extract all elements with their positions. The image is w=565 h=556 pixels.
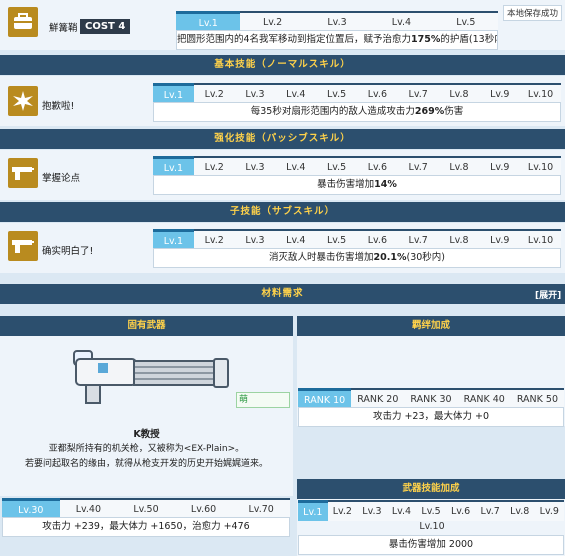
tab-weapon-skill-lv-2[interactable]: Lv.2 xyxy=(328,502,358,521)
tab-weapon-lv-1[interactable]: Lv.30 xyxy=(2,498,60,519)
bond-stats: 攻击力 +23，最大体力 +0 xyxy=(298,407,564,427)
tab-weapon-skill-lv-6[interactable]: Lv.6 xyxy=(446,502,476,521)
weapon-desc-line2: 若要问起取名的缘由，就得从枪支开发的历史开始娓娓道来。 xyxy=(24,459,268,469)
minigun-icon xyxy=(73,350,229,404)
tab-weapon-skill-lv-4[interactable]: Lv.4 xyxy=(387,502,417,521)
bond-header: 羁绊加成 xyxy=(297,316,565,336)
tab-passive-lv-1[interactable]: Lv.1 xyxy=(153,156,194,177)
tab-basic-lv-1[interactable]: Lv.1 xyxy=(153,83,194,104)
save-status: 本地保存成功 xyxy=(503,5,563,21)
passive-skill-name: 掌握论点 xyxy=(42,173,81,184)
watermark-logo: 萌 xyxy=(236,392,290,408)
box-icon xyxy=(14,13,32,29)
tab-weapon-skill-lv-8[interactable]: Lv.8 xyxy=(505,502,535,521)
ex-skill-icon-box xyxy=(8,7,38,37)
gun-icon xyxy=(12,240,34,253)
weapon-name: K教授 xyxy=(133,429,160,440)
tab-weapon-skill-lv-9[interactable]: Lv.9 xyxy=(535,502,565,521)
weapon-image xyxy=(66,345,236,412)
gun-icon xyxy=(12,167,34,180)
passive-skill-icon-box xyxy=(8,158,38,188)
weapon-header: 固有武器 xyxy=(0,316,293,336)
tab-weapon-skill-lv10[interactable]: Lv.10 xyxy=(410,520,454,534)
tab-sub-lv-1[interactable]: Lv.1 xyxy=(153,229,194,250)
watermark-text: 萌 xyxy=(239,395,249,405)
weapon-desc-line1: 亚都梨所持有的机关枪，又被称为<EX-Plain>。 xyxy=(48,444,245,454)
tab-weapon-skill-lv-1[interactable]: Lv.1 xyxy=(298,500,328,521)
weapon-skill-header: 武器技能加成 xyxy=(297,479,565,499)
passive-level-tabs: Lv.1 Lv.2 Lv.3 Lv.4 Lv.5 Lv.6 Lv.7 Lv.8 Lv.9 Lv.1… xyxy=(153,156,561,177)
materials-header: 材料需求 xyxy=(0,284,565,304)
basic-level-tabs: Lv.1 Lv.2 Lv.3 Lv.4 Lv.5 Lv.6 Lv.7 Lv.8 Lv.9 Lv.1… xyxy=(153,83,561,104)
bond-rank-tabs: RANK 10 RANK 20 RANK 30 RANK 40 RANK 50 xyxy=(298,388,564,409)
sub-skill-header: 子技能（サブスキル） xyxy=(0,202,565,222)
basic-skill-description: 每35秒对扇形范围内的敌人造成攻击力269%伤害 xyxy=(153,102,561,122)
passive-skill-description: 暴击伤害增加14% xyxy=(153,175,561,195)
cost-badge: COST 4 xyxy=(80,19,131,34)
basic-skill-header: 基本技能（ノーマルスキル） xyxy=(0,55,565,75)
materials-title: 材料需求 xyxy=(261,288,304,299)
tab-weapon-skill-lv-5[interactable]: Lv.5 xyxy=(416,502,446,521)
sub-skill-name: 确实明白了! xyxy=(42,246,94,257)
ex-skill-description: 把圆形范围内的4名我军移动到指定位置后，赋予治愈力175%的护盾(13秒内) xyxy=(176,30,498,50)
weapon-skill-level-tabs: Lv.1 Lv.2 Lv.3 Lv.4 Lv.5 Lv.6 Lv.7 Lv.8 Lv.9 xyxy=(298,500,564,521)
tab-ex-lv-1[interactable]: Lv.1 xyxy=(176,11,241,32)
ex-level-tabs: Lv.1 Lv.2 Lv.3 Lv.4 Lv.5 xyxy=(176,11,498,32)
sub-skill-icon-box xyxy=(8,231,38,261)
weapon-level-tabs: Lv.30 Lv.40 Lv.50 Lv.60 Lv.70 xyxy=(2,498,290,519)
basic-skill-name: 抱歉啦! xyxy=(42,101,75,112)
tab-bond-rank-1[interactable]: RANK 10 xyxy=(298,388,352,409)
basic-skill-icon-box xyxy=(8,86,38,116)
expand-link[interactable]: [展开] xyxy=(535,288,561,301)
sub-skill-description: 消灭敌人时暴击伤害增加20.1%(30秒内) xyxy=(153,248,561,268)
weapon-stats: 攻击力 +239，最大体力 +1650，治愈力 +476 xyxy=(2,517,290,537)
ex-skill-name: 鮮篝鞘 xyxy=(49,23,78,34)
tab-weapon-skill-lv-7[interactable]: Lv.7 xyxy=(475,502,505,521)
passive-skill-header: 强化技能（パッシブスキル） xyxy=(0,129,565,149)
weapon-skill-stats: 暴击伤害增加 2000 xyxy=(298,535,564,555)
burst-icon xyxy=(13,91,33,111)
tab-weapon-skill-lv-3[interactable]: Lv.3 xyxy=(357,502,387,521)
sub-level-tabs: Lv.1 Lv.2 Lv.3 Lv.4 Lv.5 Lv.6 Lv.7 Lv.8 Lv.9 Lv.1… xyxy=(153,229,561,250)
